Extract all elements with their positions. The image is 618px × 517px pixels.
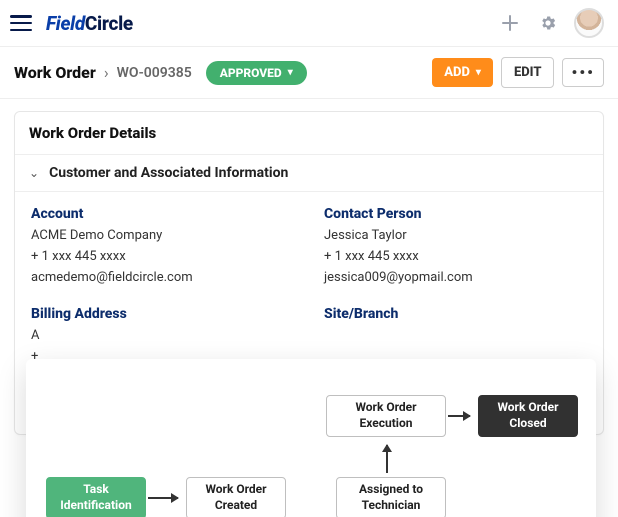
contact-phone: + 1 xxx 445 xxxx [324,247,587,268]
status-badge[interactable]: APPROVED ▾ [206,61,307,85]
top-bar: FieldCircle [0,0,618,47]
chevron-down-icon: ▾ [288,67,293,78]
field-label: Account [31,206,294,222]
work-order-id: WO-009385 [117,65,192,81]
contact-name: Jessica Taylor [324,226,587,247]
section-toggle[interactable]: ⌄ Customer and Associated Information [15,155,603,192]
arrow [148,497,178,499]
card-title: Work Order Details [15,112,603,155]
gear-icon[interactable] [534,9,562,37]
flow-node-execution: Work Order Execution [326,395,446,437]
field-label: Contact Person [324,206,587,222]
arrow [386,445,388,473]
menu-icon[interactable] [10,15,32,31]
account-phone: + 1 xxx 445 xxxx [31,247,294,268]
arrow [448,415,470,417]
add-button[interactable]: ADD ▾ [432,58,493,87]
account-name: ACME Demo Company [31,226,294,247]
chevron-right-icon: › [104,63,109,82]
edit-button[interactable]: EDIT [501,57,555,88]
account-email: acmedemo@fieldcircle.com [31,268,294,289]
more-button[interactable]: ••• [562,58,604,87]
flow-node-created: Work Order Created [186,477,286,517]
section-label: Customer and Associated Information [49,165,288,181]
contact-field: Contact Person Jessica Taylor + 1 xxx 44… [324,206,587,288]
workflow-diagram: Task Identification Work Order Created S… [26,359,596,517]
flow-node-closed: Work Order Closed [478,395,578,437]
avatar[interactable] [574,8,604,38]
plus-icon[interactable] [496,9,524,37]
contact-email: jessica009@yopmail.com [324,268,587,289]
page-title: Work Order [14,63,96,82]
account-field: Account ACME Demo Company + 1 xxx 445 xx… [31,206,294,288]
field-label: Site/Branch [324,306,587,322]
flow-node-assigned: Assigned to Technician [336,477,446,517]
flow-node-task-identification: Task Identification [46,477,146,517]
chevron-down-icon: ▾ [476,67,481,78]
status-label: APPROVED [220,66,282,80]
app-logo: FieldCircle [46,12,133,35]
field-label: Billing Address [31,306,294,322]
chevron-down-icon: ⌄ [29,166,39,180]
sub-bar: Work Order › WO-009385 APPROVED ▾ ADD ▾ … [0,47,618,99]
